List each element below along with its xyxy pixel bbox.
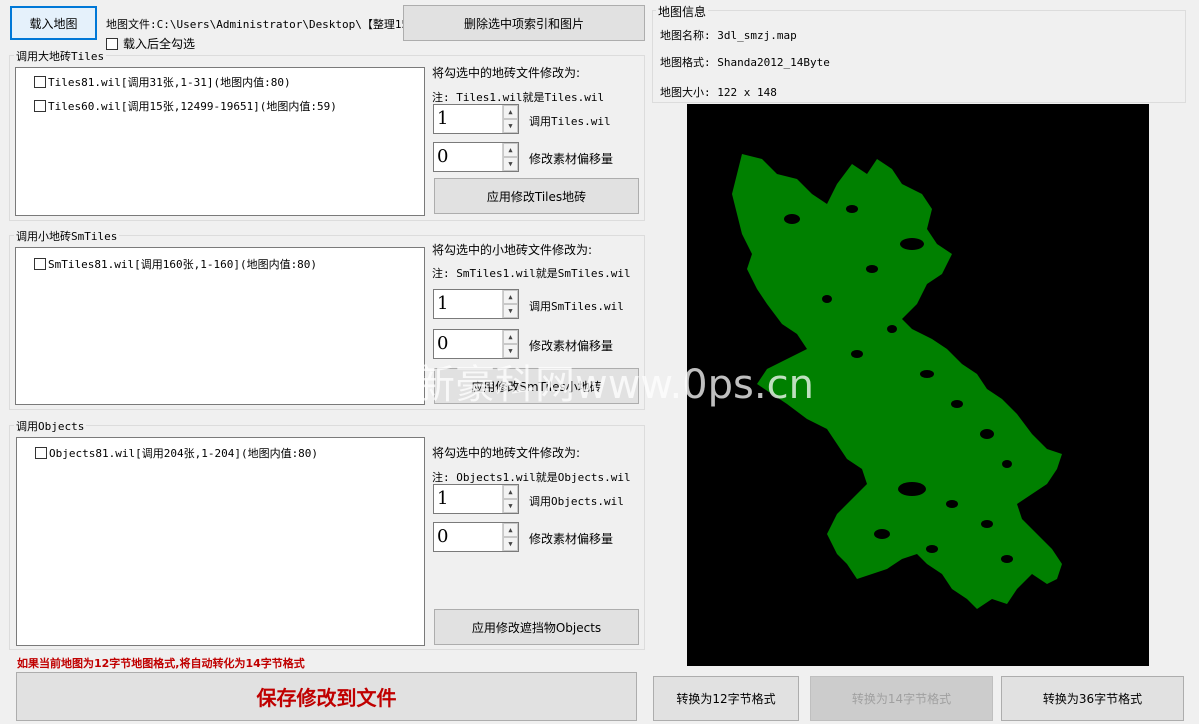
stepper-arrows: ▲ ▼ [502, 485, 518, 513]
stepper-value: 0 [437, 526, 449, 547]
map-hole [887, 325, 897, 333]
map-info-title: 地图信息 [656, 3, 709, 20]
convert-12-byte-button[interactable]: 转换为12字节格式 [653, 676, 799, 721]
stepper-value: 0 [437, 146, 449, 167]
map-file-path: 地图文件:C:\Users\Administrator\Desktop\【整理1… [106, 18, 420, 31]
objects-spin1-label: 调用Objects.wil [529, 495, 624, 508]
objects-modify-label: 将勾选中的地砖文件修改为: [432, 446, 581, 460]
map-format-label: 地图格式: Shanda2012_14Byte [660, 56, 830, 69]
select-all-label: 载入后全勾选 [123, 37, 196, 51]
tiles-spin2-label: 修改素材偏移量 [529, 152, 614, 166]
objects-note-label: 注: Objects1.wil就是Objects.wil [432, 471, 631, 484]
tiles-listbox[interactable]: Tiles81.wil[调用31张,1-31](地图内值:80) Tiles60… [15, 67, 425, 216]
map-name-label: 地图名称: 3dl_smzj.map [660, 29, 797, 42]
tiles-note-label: 注: Tiles1.wil就是Tiles.wil [432, 91, 605, 104]
smtiles-listbox[interactable]: SmTiles81.wil[调用160张,1-160](地图内值:80) [15, 247, 425, 405]
tiles-modify-label: 将勾选中的地砖文件修改为: [432, 66, 581, 80]
select-all-check-box[interactable] [106, 37, 118, 50]
stepper-arrows: ▲ ▼ [502, 523, 518, 551]
item-checkbox[interactable] [34, 76, 46, 88]
arrow-down-icon[interactable]: ▼ [503, 304, 518, 318]
map-hole [866, 265, 878, 273]
smtiles-note-label: 注: SmTiles1.wil就是SmTiles.wil [432, 267, 631, 280]
map-hole [981, 520, 993, 528]
list-item[interactable]: Tiles81.wil[调用31张,1-31](地图内值:80) [34, 74, 291, 90]
stepper-value: 1 [437, 488, 449, 509]
list-item-label: Tiles60.wil[调用15张,12499-19651](地图内值:59) [48, 100, 337, 113]
list-item[interactable]: SmTiles81.wil[调用160张,1-160](地图内值:80) [34, 256, 317, 272]
map-preview-canvas [732, 154, 1062, 609]
format-warning: 如果当前地图为12字节地图格式,将自动转化为14字节格式 [17, 657, 305, 670]
map-size-label: 地图大小: 122 x 148 [660, 86, 777, 99]
save-to-file-button[interactable]: 保存修改到文件 [16, 672, 637, 721]
smtiles-modify-label: 将勾选中的小地砖文件修改为: [432, 243, 593, 257]
load-map-button[interactable]: 载入地图 [10, 6, 97, 40]
apply-objects-button[interactable]: 应用修改遮挡物Objects [434, 609, 639, 645]
objects-index-stepper[interactable]: 1 ▲ ▼ [433, 484, 519, 514]
objects-offset-stepper[interactable]: 0 ▲ ▼ [433, 522, 519, 552]
arrow-down-icon[interactable]: ▼ [503, 499, 518, 513]
arrow-up-icon[interactable]: ▲ [503, 523, 518, 537]
map-hole [784, 214, 800, 224]
smtiles-spin2-label: 修改素材偏移量 [529, 339, 614, 353]
item-checkbox[interactable] [34, 258, 46, 270]
map-hole [946, 500, 958, 508]
delete-selected-button[interactable]: 删除选中项索引和图片 [403, 5, 645, 41]
map-hole [951, 400, 963, 408]
item-checkbox[interactable] [34, 100, 46, 112]
map-hole [920, 370, 934, 378]
smtiles-index-stepper[interactable]: 1 ▲ ▼ [433, 289, 519, 319]
map-hole [874, 529, 890, 539]
list-item[interactable]: Tiles60.wil[调用15张,12499-19651](地图内值:59) [34, 98, 337, 114]
item-checkbox[interactable] [35, 447, 47, 459]
arrow-down-icon[interactable]: ▼ [503, 157, 518, 171]
map-hole [822, 295, 832, 303]
map-hole [1001, 555, 1013, 563]
map-hole [926, 545, 938, 553]
apply-smtiles-button[interactable]: 应用修改SmTiles小地砖 [434, 368, 639, 404]
objects-listbox[interactable]: Objects81.wil[调用204张,1-204](地图内值:80) [16, 437, 425, 646]
stepper-arrows: ▲ ▼ [502, 330, 518, 358]
map-hole [846, 205, 858, 213]
smtiles-group-title: 调用小地砖SmTiles [14, 228, 120, 244]
tiles-offset-stepper[interactable]: 0 ▲ ▼ [433, 142, 519, 172]
map-land-shape [732, 154, 1062, 609]
map-hole [898, 482, 926, 496]
arrow-up-icon[interactable]: ▲ [503, 105, 518, 119]
smtiles-offset-stepper[interactable]: 0 ▲ ▼ [433, 329, 519, 359]
arrow-down-icon[interactable]: ▼ [503, 537, 518, 551]
select-all-checkbox[interactable]: 载入后全勾选 [106, 35, 195, 52]
tiles-spin1-label: 调用Tiles.wil [529, 115, 611, 128]
map-preview[interactable] [687, 104, 1149, 666]
arrow-up-icon[interactable]: ▲ [503, 290, 518, 304]
arrow-down-icon[interactable]: ▼ [503, 119, 518, 133]
list-item-label: Objects81.wil[调用204张,1-204](地图内值:80) [49, 447, 319, 460]
map-hole [900, 238, 924, 250]
list-item-label: SmTiles81.wil[调用160张,1-160](地图内值:80) [48, 258, 318, 271]
list-item[interactable]: Objects81.wil[调用204张,1-204](地图内值:80) [35, 445, 318, 461]
convert-14-byte-button: 转换为14字节格式 [810, 676, 993, 721]
convert-36-byte-button[interactable]: 转换为36字节格式 [1001, 676, 1184, 721]
stepper-arrows: ▲ ▼ [502, 105, 518, 133]
list-item-label: Tiles81.wil[调用31张,1-31](地图内值:80) [48, 76, 291, 89]
objects-spin2-label: 修改素材偏移量 [529, 532, 614, 546]
stepper-arrows: ▲ ▼ [502, 143, 518, 171]
arrow-up-icon[interactable]: ▲ [503, 485, 518, 499]
map-hole [980, 429, 994, 439]
stepper-value: 1 [437, 293, 449, 314]
tiles-group-title: 调用大地砖Tiles [14, 48, 107, 64]
apply-tiles-button[interactable]: 应用修改Tiles地砖 [434, 178, 639, 214]
tiles-index-stepper[interactable]: 1 ▲ ▼ [433, 104, 519, 134]
map-hole [851, 350, 863, 358]
stepper-value: 1 [437, 108, 449, 129]
smtiles-spin1-label: 调用SmTiles.wil [529, 300, 624, 313]
arrow-up-icon[interactable]: ▲ [503, 143, 518, 157]
arrow-up-icon[interactable]: ▲ [503, 330, 518, 344]
map-hole [1002, 460, 1012, 468]
stepper-value: 0 [437, 333, 449, 354]
stepper-arrows: ▲ ▼ [502, 290, 518, 318]
objects-group-title: 调用Objects [14, 418, 87, 434]
arrow-down-icon[interactable]: ▼ [503, 344, 518, 358]
